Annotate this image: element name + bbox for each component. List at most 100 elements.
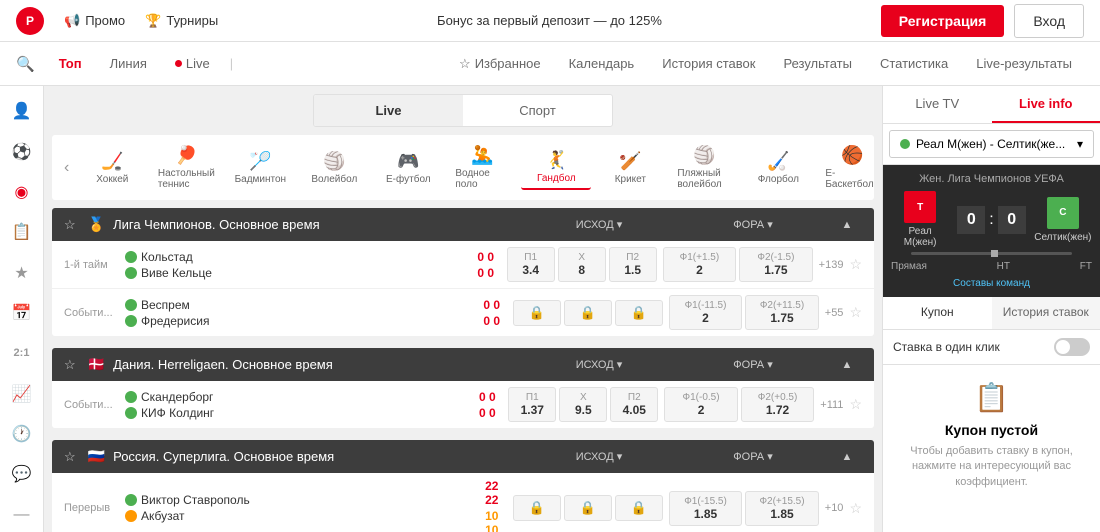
fora-col: Ф1(-11.5) 2 Ф2(+11.5) 1.75 — [669, 295, 819, 330]
score-away-box: 0 — [998, 206, 1026, 234]
odds-x-locked[interactable]: 🔒 — [564, 300, 612, 326]
sidebar-icon-document[interactable]: 📋 — [4, 215, 40, 249]
fora-f1[interactable]: Ф1(-0.5) 2 — [664, 387, 738, 422]
left-sidebar: 👤 ⚽ ◉ 📋 ★ 📅 2:1 📈 🕐 💬 — — [0, 86, 44, 532]
sidebar-icon-minus[interactable]: — — [4, 498, 40, 532]
sport-table-tennis[interactable]: 🏓 Настольный теннис — [151, 141, 221, 194]
odds-p1[interactable]: П1 1.37 — [508, 387, 556, 422]
match-selector: Реал М(жен) - Селтик(же... ▾ — [883, 124, 1100, 165]
login-button[interactable]: Вход — [1014, 4, 1084, 38]
tab-line[interactable]: Линия — [98, 50, 159, 77]
fora-f1[interactable]: Ф1(-11.5) 2 — [669, 295, 743, 330]
toggle-live[interactable]: Live — [314, 95, 463, 126]
tab-live-results[interactable]: Live-результаты — [964, 50, 1084, 78]
tab-top[interactable]: Топ — [47, 50, 94, 77]
sidebar-icon-star[interactable]: ★ — [4, 255, 40, 289]
search-icon[interactable]: 🔍 — [16, 55, 35, 73]
team-away-name: Виве Кельце — [141, 266, 212, 280]
one-click-toggle[interactable] — [1054, 338, 1090, 356]
register-button[interactable]: Регистрация — [881, 5, 1005, 37]
score-separator: : — [989, 211, 993, 229]
row-star[interactable]: ☆ — [849, 500, 862, 517]
tab-stats[interactable]: Статистика — [868, 50, 960, 78]
row-star[interactable]: ☆ — [849, 396, 862, 413]
section-star-denmark[interactable]: ☆ — [64, 357, 76, 373]
sport-cricket[interactable]: 🏏 Крикет — [595, 147, 665, 189]
tab-coupon[interactable]: Купон — [883, 297, 992, 329]
fora-f1[interactable]: Ф1(-15.5) 1.85 — [669, 491, 743, 526]
top-nav-right: Регистрация Вход — [881, 4, 1084, 38]
odds-p1-locked[interactable]: 🔒 — [513, 495, 561, 521]
volleyball-icon: 🏐 — [323, 151, 345, 172]
tab-bet-history[interactable]: История ставок — [650, 50, 767, 78]
odds-p2-locked[interactable]: 🔒 — [615, 300, 663, 326]
sport-waterpolo[interactable]: 🤽 Водное поло — [447, 141, 517, 194]
sport-badminton[interactable]: 🏸 Бадминтон — [225, 147, 295, 189]
more-button[interactable]: +139 — [819, 259, 844, 271]
sport-handball[interactable]: 🤾 Гандбол — [521, 146, 591, 190]
tab-top-label: Топ — [59, 56, 82, 71]
fora-f2[interactable]: Ф2(+0.5) 1.72 — [741, 387, 815, 422]
fora-f2[interactable]: Ф2(+15.5) 1.85 — [745, 491, 819, 526]
tab-live[interactable]: Live — [163, 50, 222, 77]
champions-header-cols: ИСХОД ▾ ФОРА ▾ ▲ — [524, 218, 862, 231]
team-away-name: Фредерисия — [141, 314, 209, 328]
sport-floorball[interactable]: 🏑 Флорбол — [743, 147, 813, 189]
more-button[interactable]: +55 — [825, 307, 844, 319]
sidebar-icon-chat[interactable]: 💬 — [4, 457, 40, 491]
row-star[interactable]: ☆ — [849, 256, 862, 273]
lock-icon: 🔒 — [580, 500, 596, 515]
sport-beach-volleyball[interactable]: 🏐 Пляжный волейбол — [669, 141, 739, 194]
odds-p2[interactable]: П2 4.05 — [610, 387, 658, 422]
champions-collapse[interactable]: ▲ — [832, 219, 862, 231]
tab-results[interactable]: Результаты — [771, 50, 863, 78]
badminton-label: Бадминтон — [235, 174, 287, 185]
promo-nav-item[interactable]: 📢 Промо — [64, 13, 125, 29]
tab-favorites[interactable]: ☆ Избранное — [447, 50, 553, 78]
tournaments-nav-item[interactable]: 🏆 Турниры — [145, 13, 218, 29]
tab-bet-history-right[interactable]: История ставок — [992, 297, 1100, 329]
scroll-left-arrow[interactable]: ‹ — [60, 155, 73, 181]
section-star-russia[interactable]: ☆ — [64, 449, 76, 465]
odds-p2[interactable]: П2 1.5 — [609, 247, 657, 282]
russia-title: Россия. Суперлига. Основное время — [113, 449, 516, 464]
row-star[interactable]: ☆ — [849, 304, 862, 321]
fora-f2-val: 1.75 — [749, 311, 815, 325]
more-button[interactable]: +111 — [820, 399, 843, 411]
russia-collapse[interactable]: ▲ — [832, 451, 862, 463]
toggle-sport[interactable]: Спорт — [463, 95, 612, 126]
russia-flag-icon: 🇷🇺 — [88, 448, 105, 465]
odds-x-locked[interactable]: 🔒 — [564, 495, 612, 521]
sidebar-icon-circle[interactable]: ◉ — [4, 175, 40, 209]
section-star-champions[interactable]: ☆ — [64, 217, 76, 233]
tab-live-info[interactable]: Live info — [992, 86, 1100, 123]
sidebar-icon-ball[interactable]: ⚽ — [4, 134, 40, 168]
denmark-collapse[interactable]: ▲ — [832, 359, 862, 371]
more-button[interactable]: +10 — [825, 502, 844, 514]
sport-efootball[interactable]: 🎮 Е-футбол — [373, 147, 443, 189]
sidebar-icon-21[interactable]: 2:1 — [4, 336, 40, 370]
waterpolo-icon: 🤽 — [471, 145, 493, 166]
tab-calendar[interactable]: Календарь — [557, 50, 647, 78]
logo[interactable]: P — [16, 7, 44, 35]
odds-x[interactable]: X 8 — [558, 247, 606, 282]
fora-f1[interactable]: Ф1(+1.5) 2 — [663, 247, 737, 282]
odds-x[interactable]: X 9.5 — [559, 387, 607, 422]
odds-p1-locked[interactable]: 🔒 — [513, 300, 561, 326]
efootball-icon: 🎮 — [397, 151, 419, 172]
sport-ebasketball[interactable]: 🏀 Е-Баскетбол — [817, 141, 874, 194]
tab-live-tv[interactable]: Live TV — [883, 86, 992, 123]
sidebar-icon-person[interactable]: 👤 — [4, 94, 40, 128]
team-home-name: Скандерборг — [141, 390, 213, 404]
fora-f2[interactable]: Ф2(+11.5) 1.75 — [745, 295, 819, 330]
match-select-button[interactable]: Реал М(жен) - Селтик(же... ▾ — [889, 130, 1094, 158]
sidebar-icon-chart[interactable]: 📈 — [4, 377, 40, 411]
sidebar-icon-clock[interactable]: 🕐 — [4, 417, 40, 451]
sport-volleyball[interactable]: 🏐 Волейбол — [299, 147, 369, 189]
fora-f2[interactable]: Ф2(-1.5) 1.75 — [739, 247, 813, 282]
lineup-link[interactable]: Составы команд — [953, 278, 1030, 289]
odds-p1[interactable]: П1 3.4 — [507, 247, 555, 282]
sport-hockey[interactable]: 🏒 Хоккей — [77, 147, 147, 189]
sidebar-icon-calendar2[interactable]: 📅 — [4, 296, 40, 330]
odds-p2-locked[interactable]: 🔒 — [615, 495, 663, 521]
